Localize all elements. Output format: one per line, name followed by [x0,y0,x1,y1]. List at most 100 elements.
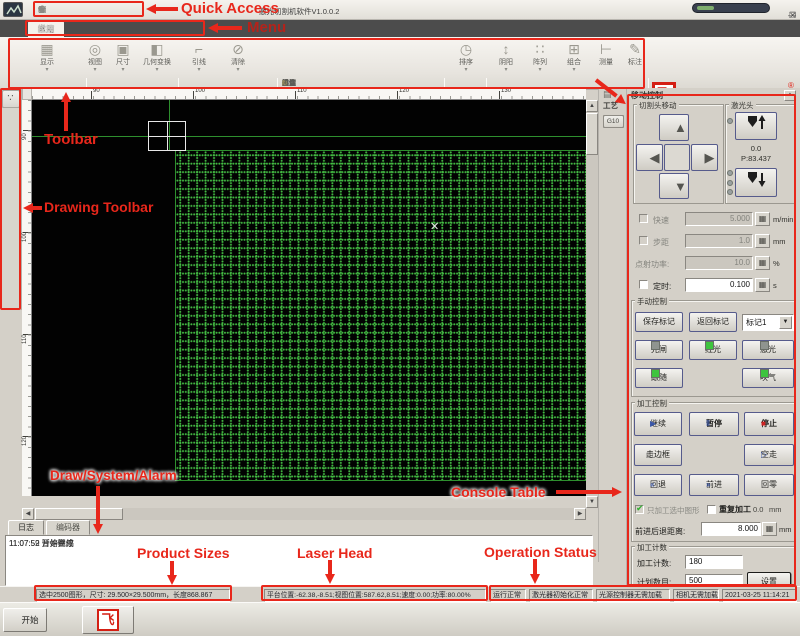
walk-border-button[interactable]: ▢走边框 [634,444,682,466]
return-mark-button[interactable]: 返回标记 [689,312,737,332]
pause-button[interactable]: ‖暂停 [689,412,739,436]
ribbon-tool-button-3[interactable]: ∷阵列▾ [524,39,556,83]
only-selected-checkbox[interactable]: ✔ [635,505,644,514]
ribbon-tool-button-4[interactable]: ⊞组合▾ [558,39,590,83]
ribbon-button-5[interactable]: ⌐引线▾ [183,39,215,83]
ribbon-button-6[interactable]: ⊘清除▾ [222,39,254,83]
status-state-5: 2021-03-25 11:14:21 [722,589,797,602]
scroll-up-icon[interactable]: ▲ [586,100,598,112]
nested-parts-pattern [175,150,586,481]
menu-tab-5[interactable]: 状态 [28,21,64,37]
save-mark-button[interactable]: 保存标记 [635,312,683,332]
mark-select[interactable]: 标记1 ▼ [742,314,794,331]
jog-up-button[interactable]: ▲ [659,114,689,141]
jog-label-3: 点射功率: [635,259,669,270]
ribbon-tool-button-2[interactable]: ↕阴阳▾ [490,39,522,83]
annotation-quick-access: Quick Access [181,0,279,17]
quick-access-toolbar: ▯▭▣↶↷⎙▾ [38,3,142,16]
start-button[interactable]: 开始 [3,608,47,632]
ribbon-button-4[interactable]: ◧几何变换▾ [133,39,181,83]
laser-led-1 [727,170,733,176]
annotation-arrow-menu [208,23,218,33]
toggle-激光[interactable]: 激光 [742,340,794,360]
laser-head-down-button[interactable] [735,168,777,197]
laser-head-label: 激光头 [729,100,756,111]
keypad-icon[interactable]: ▦ [755,278,770,292]
return-zero-button[interactable]: ⌂回零 [744,474,794,496]
h-scroll-thumb[interactable] [35,508,123,520]
toggle-吹气[interactable]: 吹气 [742,368,794,388]
dry-run-button[interactable]: ▷空走 [744,444,794,466]
v-ruler-tick-110: 110 [22,334,28,344]
jog-input-3: 10.0 [685,256,753,270]
toggle-红光[interactable]: 红光 [689,340,737,360]
distance-unit: mm [779,525,792,534]
machine-crosshair-hline [32,136,586,137]
keypad-icon[interactable]: ▦ [755,212,770,226]
ruler-corner [22,88,32,100]
keypad-icon[interactable]: ▦ [755,234,770,248]
jog-checkbox-1[interactable] [639,214,648,223]
tab-encoder[interactable]: 编码器 [46,520,90,535]
count-input[interactable]: 180 [685,555,743,569]
ribbon-tool-button-1[interactable]: ◷排序▾ [448,39,484,83]
forward-button[interactable]: »前进 [689,474,739,496]
annotation-draw-system-alarm: Draw/System/Alarm [50,468,177,483]
jog-unit-2: mm [773,237,786,246]
canvas-vertical-scrollbar[interactable]: ▲ ▼ [586,100,598,508]
repeat-label: 重复加工 [719,504,751,515]
app-logo-icon [3,2,23,17]
horizontal-ruler: 90100110120130 [32,88,586,100]
jog-label-2: 步距 [653,237,669,248]
repeat-checkbox[interactable] [707,505,716,514]
tab-log[interactable]: 日志 [8,520,44,535]
jog-input-4[interactable]: 0.100 [685,278,753,292]
annotation-operation-status: Operation Status [484,544,597,560]
console-panel: 移动控制 ▲ 切割头移动 ▲ ◀ ▶ ▼ 激光头 0.0 P:83.437 快速… [626,88,800,602]
annotation-arrow-console-table [612,487,622,497]
chevron-down-icon[interactable]: ▼ [779,316,792,329]
close-button[interactable]: ✕ [789,11,796,20]
drawing-canvas[interactable]: ✕ [32,100,586,496]
collapse-panel-button[interactable]: ▲ [784,90,796,101]
jog-down-button[interactable]: ▼ [659,173,689,199]
jog-center-button[interactable] [664,144,690,171]
jog-left-button[interactable]: ◀ [636,144,663,171]
laser-head-up-button[interactable] [735,112,777,140]
rewind-icon: « [650,475,654,495]
scroll-left-icon[interactable]: ◀ [22,508,34,520]
v-ruler-tick-90: 90 [22,133,28,140]
keypad-icon[interactable]: ▦ [762,522,777,536]
progress-fill [697,6,714,10]
ribbon-button-1[interactable]: ▦显示▾ [30,39,64,83]
jog-right-button[interactable]: ▶ [691,144,718,171]
jog-input-1: 5.000 [685,212,753,226]
v-scroll-thumb[interactable] [586,113,598,155]
more-dropdown-icon[interactable]: ▾ [38,3,43,16]
ribbon-tool-button-6[interactable]: ✎标注 [621,39,649,83]
continue-button[interactable]: ▶继续 [634,412,682,436]
title-bar: ▯▭▣↶↷⎙▾ 激光切割机软件V1.0.0.2 — ❐ ✕ [0,0,800,20]
outline-play-icon: ▷ [761,445,767,465]
stop-button[interactable]: ■停止 [744,412,794,436]
toggle-跟随[interactable]: 跟随 [635,368,683,388]
jog-label-1: 快速 [653,215,669,226]
ribbon-tool-button-5[interactable]: ⊢测量 [591,39,621,83]
app-taskbar-button[interactable]: 飞 [82,606,134,634]
scroll-right-icon[interactable]: ▶ [574,508,586,520]
scroll-down-icon[interactable]: ▼ [586,496,598,508]
distance-input[interactable]: 8.000 [701,522,761,536]
jog-input-2: 1.0 [685,234,753,248]
laser-led-2 [727,180,733,186]
backward-button[interactable]: «回退 [634,474,682,496]
toggle-光闸[interactable]: 光闸 [635,340,683,360]
canvas-horizontal-scrollbar[interactable]: ◀ ▶ [22,508,586,520]
status-bar: 选中2500图形，尺寸: 29.500×29.500mm，长度868.867 平… [0,586,800,602]
scatter-tool[interactable]: ∵ [2,90,20,108]
h-ruler-tick-120: 120 [399,88,409,94]
keypad-icon[interactable]: ▦ [755,256,770,270]
jog-checkbox-2[interactable] [639,236,648,245]
h-ruler-tick-100: 100 [195,88,205,94]
layer-button-G10[interactable]: G10 [603,115,624,128]
jog-checkbox-4[interactable] [639,280,648,289]
